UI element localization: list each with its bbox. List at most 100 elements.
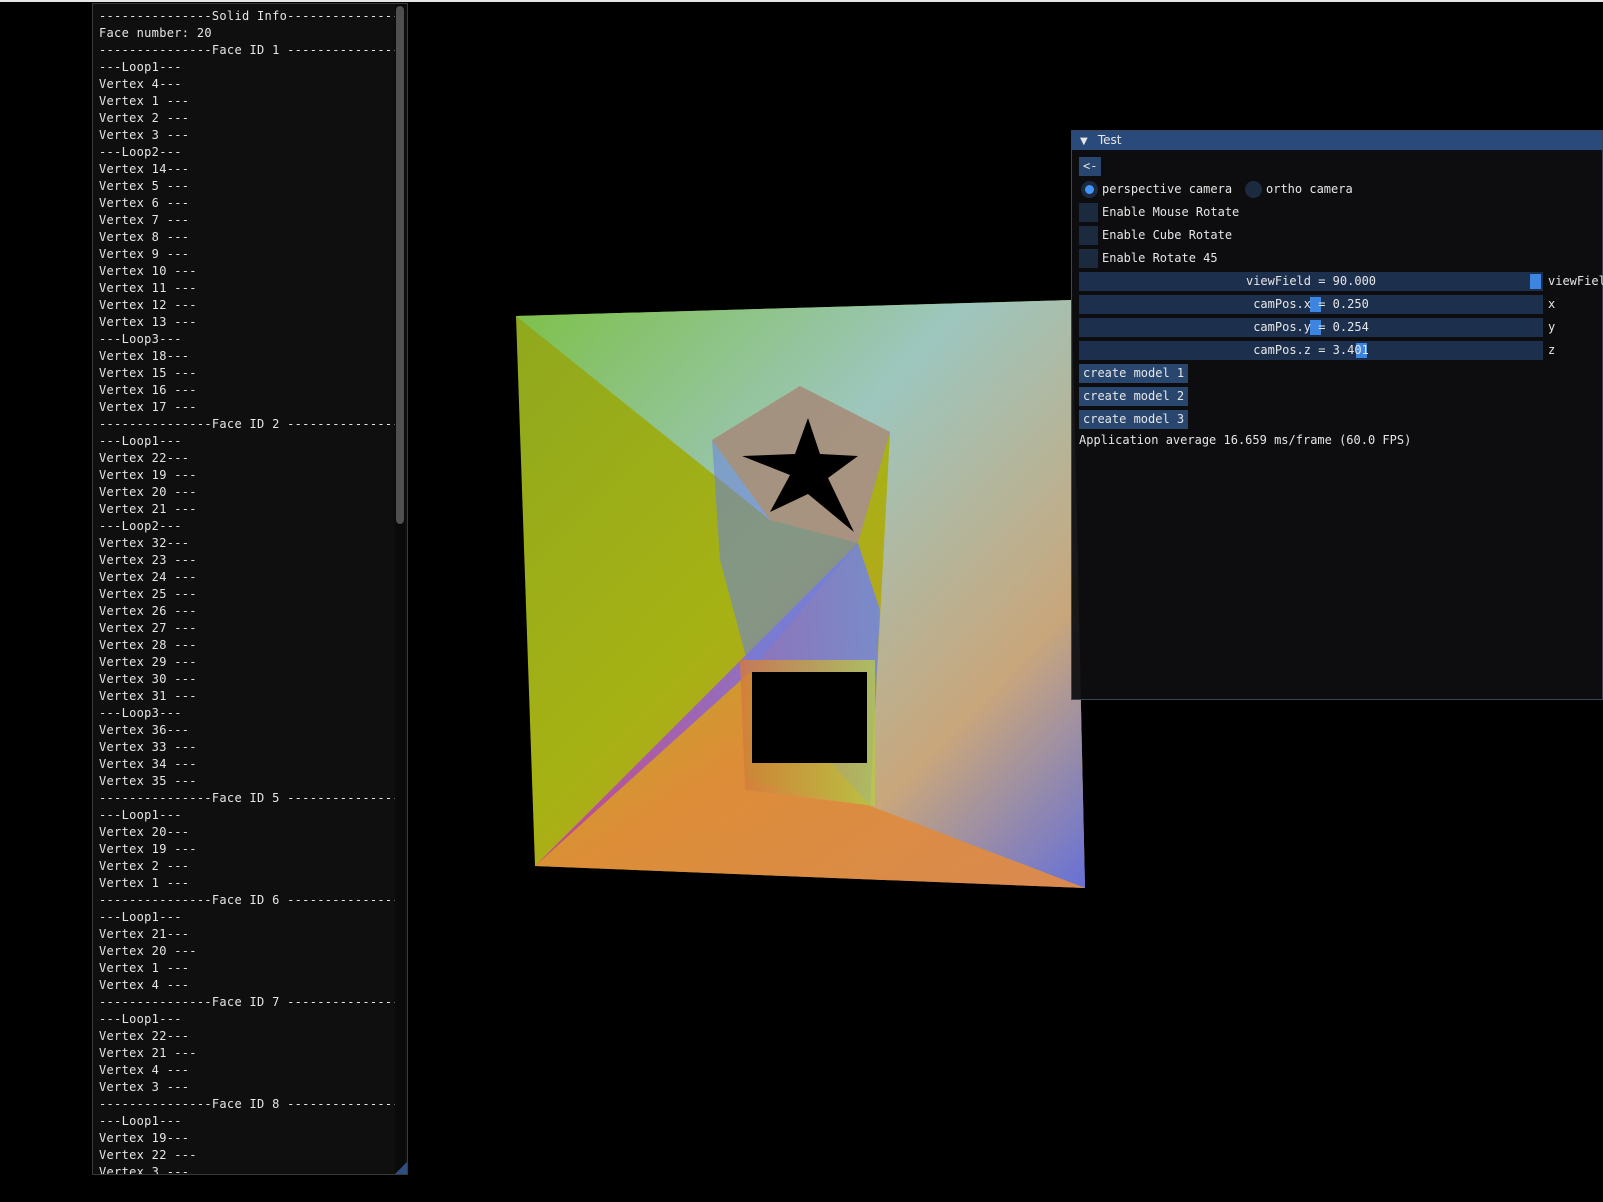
info-line: Vertex 20--- <box>99 825 190 839</box>
cam-x-slider[interactable]: camPos.x = 0.250 <box>1079 295 1543 314</box>
cam-y-label: y <box>1548 320 1556 334</box>
info-line: Vertex 4 --- <box>99 1063 190 1077</box>
info-line: Vertex 3 --- <box>99 1080 190 1094</box>
cam-y-slider[interactable]: camPos.y = 0.254 <box>1079 318 1543 337</box>
info-line: Vertex 33 --- <box>99 740 197 754</box>
info-line: Vertex 25 --- <box>99 587 197 601</box>
cam-y-value: camPos.y = 0.254 <box>1253 320 1369 334</box>
info-line: Vertex 1 --- <box>99 876 190 890</box>
info-line: Vertex 11 --- <box>99 281 197 295</box>
info-line: Vertex 22 --- <box>99 1148 197 1162</box>
info-line: Vertex 31 --- <box>99 689 197 703</box>
solid-info-lines: ---------------Solid Info---------------… <box>99 8 400 1175</box>
info-line: Vertex 13 --- <box>99 315 197 329</box>
info-line: Vertex 1 --- <box>99 961 190 975</box>
info-line: Vertex 5 --- <box>99 179 190 193</box>
mouse-rotate-label: Enable Mouse Rotate <box>1102 205 1240 219</box>
info-line: Vertex 23 --- <box>99 553 197 567</box>
solid-info-panel[interactable]: ---------------Solid Info---------------… <box>92 3 408 1175</box>
cam-x-value: camPos.x = 0.250 <box>1253 297 1369 311</box>
collapse-arrow-icon[interactable]: ▼ <box>1080 132 1094 151</box>
info-line: Vertex 18--- <box>99 349 190 363</box>
info-line: ---Loop1--- <box>99 434 182 448</box>
info-line: Vertex 3 --- <box>99 1165 190 1175</box>
create-model-2-button[interactable]: create model 2 <box>1079 387 1189 406</box>
info-line: Vertex 26 --- <box>99 604 197 618</box>
info-line: Vertex 21--- <box>99 927 190 941</box>
info-line: Vertex 22--- <box>99 1029 190 1043</box>
info-line: ---------------Face ID 6 --------------- <box>99 893 400 907</box>
info-line: ---------------Face ID 1 --------------- <box>99 43 400 57</box>
ortho-camera-radio[interactable] <box>1245 181 1262 198</box>
info-line: Vertex 8 --- <box>99 230 190 244</box>
info-line: Vertex 6 --- <box>99 196 190 210</box>
scrollbar-thumb[interactable] <box>396 6 404 524</box>
info-line: Vertex 21 --- <box>99 1046 197 1060</box>
info-line: ---Loop1--- <box>99 60 182 74</box>
view-field-value: viewField = 90.000 <box>1245 274 1377 288</box>
info-line: Vertex 3 --- <box>99 128 190 142</box>
back-button[interactable]: <- <box>1079 157 1102 176</box>
perspective-camera-radio[interactable] <box>1081 181 1098 198</box>
cam-z-value: camPos.z = 3.401 <box>1253 343 1369 357</box>
cube-rotate-label: Enable Cube Rotate <box>1102 228 1233 242</box>
info-line: Vertex 20 --- <box>99 944 197 958</box>
info-line: Vertex 12 --- <box>99 298 197 312</box>
info-line: ---------------Solid Info--------------- <box>99 9 400 23</box>
cam-x-label: x <box>1548 297 1556 311</box>
info-line: ---------------Face ID 5 --------------- <box>99 791 400 805</box>
info-line: Face number: 20 <box>99 26 212 40</box>
info-line: Vertex 30 --- <box>99 672 197 686</box>
rotate-45-checkbox[interactable] <box>1079 249 1098 268</box>
info-line: Vertex 21 --- <box>99 502 197 516</box>
info-line: ---------------Face ID 2 --------------- <box>99 417 400 431</box>
info-line: Vertex 32--- <box>99 536 190 550</box>
info-line: ---------------Face ID 7 --------------- <box>99 995 400 1009</box>
info-line: Vertex 27 --- <box>99 621 197 635</box>
info-line: Vertex 28 --- <box>99 638 197 652</box>
cam-z-label: z <box>1548 343 1556 357</box>
title-bar[interactable]: ▼ Test <box>1072 131 1602 150</box>
info-line: Vertex 34 --- <box>99 757 197 771</box>
cube-rotate-checkbox[interactable] <box>1079 226 1098 245</box>
ortho-camera-label: ortho camera <box>1266 182 1353 196</box>
window-title: Test <box>1097 133 1122 147</box>
info-line: ---------------Face ID 8 --------------- <box>99 1097 400 1111</box>
info-line: ---Loop3--- <box>99 706 182 720</box>
info-line: Vertex 24 --- <box>99 570 197 584</box>
info-line: Vertex 19--- <box>99 1131 190 1145</box>
info-line: Vertex 2 --- <box>99 111 190 125</box>
info-line: Vertex 36--- <box>99 723 190 737</box>
model-shape <box>516 300 1085 888</box>
info-line: Vertex 16 --- <box>99 383 197 397</box>
test-window[interactable]: ▼ Test <- perspective camera ortho camer… <box>1071 130 1603 700</box>
info-line: Vertex 9 --- <box>99 247 190 261</box>
info-line: Vertex 19 --- <box>99 468 197 482</box>
info-line: ---Loop3--- <box>99 332 182 346</box>
perspective-camera-label: perspective camera <box>1102 182 1233 196</box>
resize-grip[interactable] <box>395 1162 407 1174</box>
info-line: Vertex 15 --- <box>99 366 197 380</box>
info-line: Vertex 20 --- <box>99 485 197 499</box>
info-line: ---Loop1--- <box>99 910 182 924</box>
info-line: Vertex 4--- <box>99 77 182 91</box>
cam-z-slider[interactable]: camPos.z = 3.401 <box>1079 341 1543 360</box>
rotate-45-label: Enable Rotate 45 <box>1102 251 1218 265</box>
fps-readout: Application average 16.659 ms/frame (60.… <box>1079 433 1412 447</box>
info-line: ---Loop2--- <box>99 519 182 533</box>
info-line: Vertex 19 --- <box>99 842 197 856</box>
view-field-slider[interactable]: viewField = 90.000 <box>1079 272 1543 291</box>
info-line: Vertex 4 --- <box>99 978 190 992</box>
info-line: Vertex 7 --- <box>99 213 190 227</box>
info-line: Vertex 2 --- <box>99 859 190 873</box>
info-line: ---Loop1--- <box>99 808 182 822</box>
info-line: Vertex 14--- <box>99 162 190 176</box>
view-field-label: viewFiel <box>1548 274 1603 288</box>
info-line: Vertex 35 --- <box>99 774 197 788</box>
info-line: Vertex 1 --- <box>99 94 190 108</box>
create-model-1-button[interactable]: create model 1 <box>1079 364 1189 383</box>
create-model-3-button[interactable]: create model 3 <box>1079 410 1189 429</box>
info-line: ---Loop1--- <box>99 1114 182 1128</box>
mouse-rotate-checkbox[interactable] <box>1079 203 1098 222</box>
rect-hole <box>752 672 867 763</box>
